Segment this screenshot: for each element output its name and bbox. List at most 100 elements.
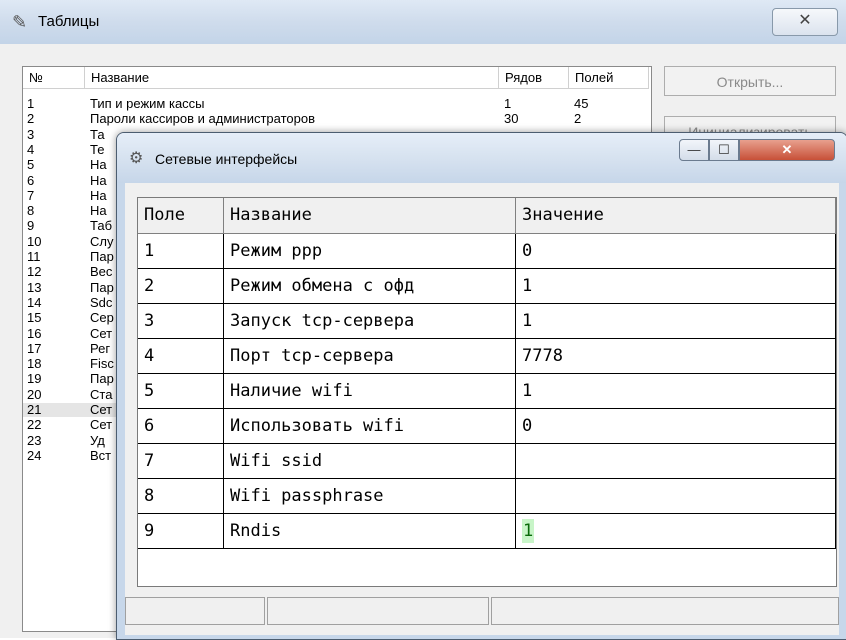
row-number: 18 <box>27 356 42 372</box>
network-icon: ⚙ <box>129 150 144 167</box>
row-name: Та <box>90 126 105 142</box>
window-title: Таблицы <box>38 13 100 30</box>
fields-grid[interactable]: Поле Название Значение 1 Режим ppp 0 2 Режим… <box>137 197 837 587</box>
row-name: Слу <box>90 233 114 249</box>
row-name: Те <box>90 141 105 157</box>
table-row[interactable]: 2 Пароли кассиров и администраторов 30 2 <box>23 112 649 126</box>
row-number: 10 <box>27 233 42 249</box>
cell-field[interactable]: 5 <box>138 374 224 409</box>
cell-field[interactable]: 7 <box>138 444 224 479</box>
row-number: 6 <box>27 172 35 188</box>
row-number: 9 <box>27 218 35 234</box>
cell-field[interactable]: 9 <box>138 514 224 549</box>
cell-value[interactable]: 1 <box>516 374 836 409</box>
cell-value[interactable]: 1 <box>516 269 836 304</box>
row-number: 8 <box>27 203 35 219</box>
value-editor[interactable]: 1 <box>522 519 535 543</box>
row-name: Уд <box>90 432 105 448</box>
row-number: 12 <box>27 264 42 280</box>
table-row[interactable]: 1 Тип и режим кассы 1 45 <box>23 97 649 111</box>
column-header-value[interactable]: Значение <box>516 198 836 234</box>
row-number: 17 <box>27 340 42 356</box>
row-name: Рег <box>90 340 111 356</box>
row-rows-count: 30 <box>504 111 519 127</box>
column-header-name[interactable]: Название <box>85 67 499 89</box>
column-header-fields[interactable]: Полей <box>569 67 649 89</box>
column-header-number[interactable]: № <box>23 67 85 89</box>
cell-field[interactable]: 4 <box>138 339 224 374</box>
cell-field[interactable]: 6 <box>138 409 224 444</box>
dialog-titlebar[interactable]: ⚙ Сетевые интерфейсы — ☐ ✕ <box>117 133 846 183</box>
cell-field[interactable]: 1 <box>138 234 224 269</box>
row-name: Сет <box>90 402 113 417</box>
row-number: 19 <box>27 371 42 387</box>
cell-value[interactable]: 0 <box>516 409 836 444</box>
row-name: Fisc <box>90 356 114 372</box>
cell-name[interactable]: Запуск tcp-сервера <box>224 304 516 339</box>
row-rows-count: 1 <box>504 96 512 111</box>
cell-value[interactable]: 0 <box>516 234 836 269</box>
row-number: 22 <box>27 417 42 433</box>
row-number: 13 <box>27 279 42 295</box>
close-button[interactable]: ✕ <box>772 8 838 36</box>
tables-icon: ✎ <box>12 12 28 32</box>
status-panel-2 <box>267 597 489 625</box>
row-name: Сет <box>90 417 113 433</box>
status-bar <box>125 589 839 635</box>
cell-name[interactable]: Rndis <box>224 514 516 549</box>
cell-name[interactable]: Wifi ssid <box>224 444 516 479</box>
cell-name[interactable]: Режим ppp <box>224 234 516 269</box>
row-name: Сер <box>90 310 114 326</box>
row-number: 3 <box>27 126 35 142</box>
row-number: 5 <box>27 157 35 173</box>
row-number: 24 <box>27 447 42 463</box>
cell-name[interactable]: Использовать wifi <box>224 409 516 444</box>
row-name: Пар <box>90 279 114 295</box>
cell-field[interactable]: 2 <box>138 269 224 304</box>
cell-name[interactable]: Wifi passphrase <box>224 479 516 514</box>
row-number: 4 <box>27 141 35 157</box>
row-name: Тип и режим кассы <box>90 96 205 111</box>
maximize-button[interactable]: ☐ <box>709 139 739 161</box>
tables-window-titlebar[interactable]: ✎ Таблицы ✕ <box>0 0 846 44</box>
cell-field[interactable]: 3 <box>138 304 224 339</box>
cell-value[interactable] <box>516 479 836 514</box>
cell-value[interactable] <box>516 444 836 479</box>
cell-name[interactable]: Порт tcp-сервера <box>224 339 516 374</box>
row-name: Вес <box>90 264 113 280</box>
cell-name[interactable]: Наличие wifi <box>224 374 516 409</box>
status-panel-1 <box>125 597 265 625</box>
cell-value[interactable]: 7778 <box>516 339 836 374</box>
row-name: Пар <box>90 249 114 264</box>
row-name: Sdc <box>90 294 113 310</box>
cell-name[interactable]: Режим обмена с офд <box>224 269 516 304</box>
row-number: 16 <box>27 325 42 341</box>
row-number: 23 <box>27 432 42 448</box>
maximize-icon: ☐ <box>718 142 730 157</box>
row-number: 11 <box>27 249 41 264</box>
cell-value[interactable]: 1 <box>516 514 836 549</box>
column-header-rows[interactable]: Рядов <box>499 67 569 89</box>
open-button[interactable]: Открыть... <box>664 66 836 96</box>
column-header-field[interactable]: Поле <box>138 198 224 234</box>
row-name: Пароли кассиров и администраторов <box>90 111 316 127</box>
cell-value[interactable]: 1 <box>516 304 836 339</box>
dialog-close-button[interactable]: ✕ <box>739 139 835 161</box>
row-name: На <box>90 187 107 203</box>
minimize-button[interactable]: — <box>679 139 709 161</box>
cell-field[interactable]: 8 <box>138 479 224 514</box>
row-number: 14 <box>27 294 42 310</box>
close-icon: ✕ <box>798 12 812 29</box>
column-header-name[interactable]: Название <box>224 198 516 234</box>
row-name: На <box>90 157 107 173</box>
status-panel-3 <box>491 597 839 625</box>
minimize-icon: — <box>687 142 701 157</box>
row-name: Сет <box>90 325 113 341</box>
row-name: Таб <box>90 218 113 234</box>
network-interfaces-dialog: ⚙ Сетевые интерфейсы — ☐ ✕ Поле Название… <box>116 132 846 640</box>
dialog-client: Поле Название Значение 1 Режим ppp 0 2 Режим… <box>125 183 839 635</box>
row-name: Ста <box>90 386 113 402</box>
row-fields-count: 45 <box>574 96 589 111</box>
row-name: На <box>90 172 107 188</box>
row-number: 2 <box>27 111 35 127</box>
